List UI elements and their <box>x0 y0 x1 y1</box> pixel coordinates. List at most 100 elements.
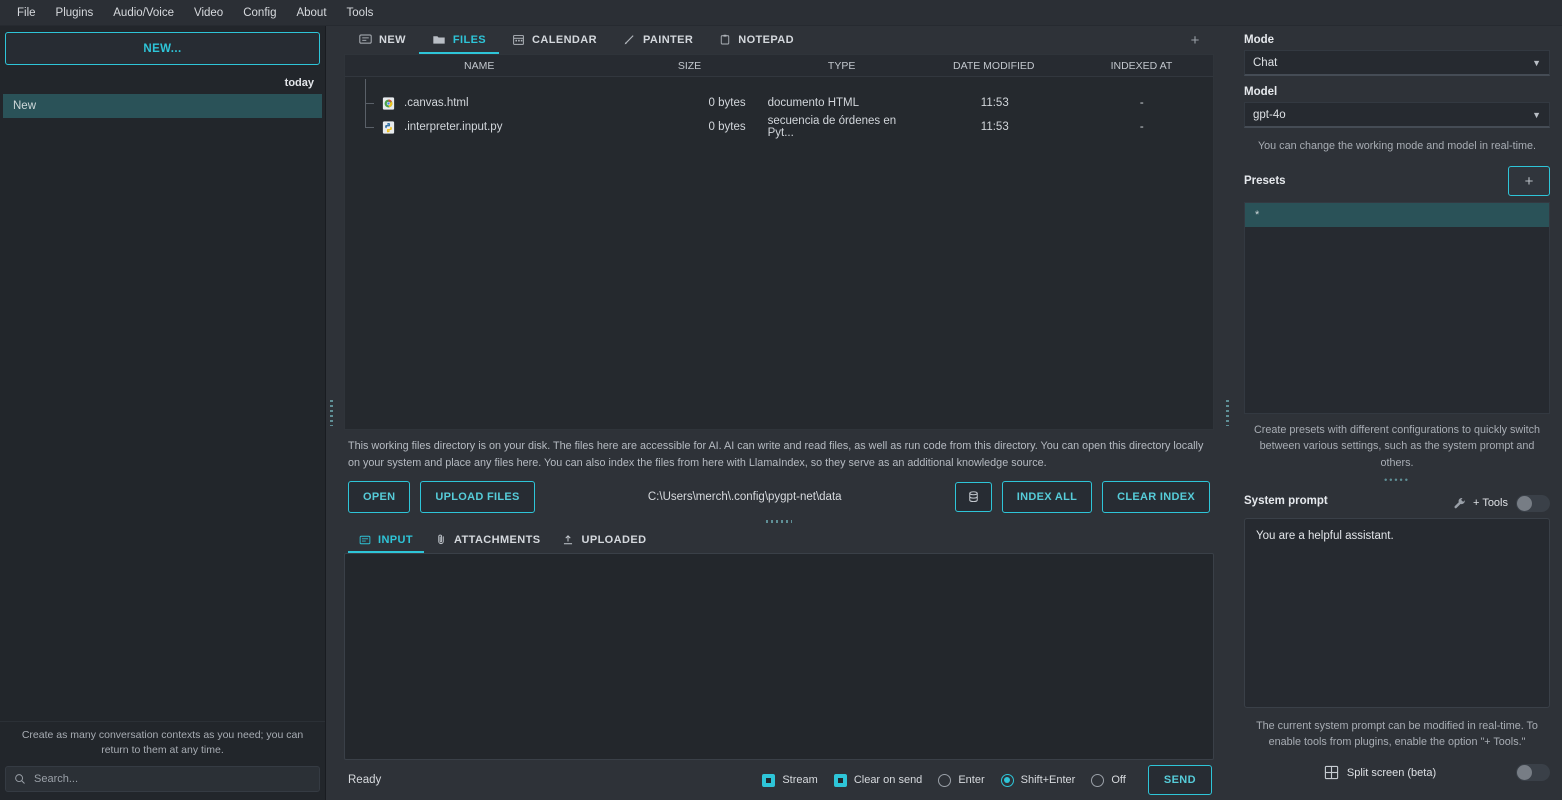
tree-branch <box>359 79 381 115</box>
tab-painter[interactable]: PAINTER <box>610 29 706 54</box>
files-table-header: NAME SIZE TYPE DATE MODIFIED INDEXED AT <box>345 55 1213 77</box>
open-button[interactable]: OPEN <box>348 481 411 514</box>
database-icon-button[interactable] <box>954 482 992 513</box>
column-header-size[interactable]: SIZE <box>613 60 765 72</box>
tab-input[interactable]: INPUT <box>348 531 424 554</box>
mode-select[interactable]: Chat ▼ <box>1244 50 1550 76</box>
menu-about[interactable]: About <box>287 3 335 23</box>
add-tab-button[interactable]: + <box>1186 31 1204 49</box>
split-screen-toggle[interactable] <box>1515 764 1550 782</box>
center-horizontal-splitter[interactable] <box>336 515 1222 527</box>
tab-label: NOTEPAD <box>738 33 794 46</box>
tab-files[interactable]: FILES <box>418 29 500 54</box>
menu-tools[interactable]: Tools <box>338 3 383 23</box>
send-button[interactable]: SEND <box>1147 765 1212 795</box>
tab-notepad[interactable]: NOTEPAD <box>706 29 807 54</box>
send-mode-shift-enter-radio[interactable] <box>1000 773 1014 787</box>
send-mode-enter-radio[interactable] <box>938 773 952 787</box>
stream-checkbox[interactable] <box>762 773 776 787</box>
file-name-cell: .interpreter.input.py <box>345 103 614 139</box>
new-context-button[interactable]: NEW... <box>5 32 320 65</box>
input-tab-bar: INPUT ATTACHMENTS UPLOADED <box>336 527 1222 554</box>
index-all-button[interactable]: INDEX ALL <box>1001 481 1093 514</box>
column-header-date-modified[interactable]: DATE MODIFIED <box>918 60 1070 72</box>
menu-audio-voice[interactable]: Audio/Voice <box>104 3 183 23</box>
python-file-icon <box>381 120 396 135</box>
main-tab-bar: NEW FILES CALENDAR PAINTER NOTEPAD + <box>336 26 1222 54</box>
upload-files-button[interactable]: UPLOAD FILES <box>420 481 535 514</box>
split-screen-row: Split screen (beta) <box>1244 764 1550 782</box>
file-type-cell: secuencia de órdenes en Pyt... <box>767 115 897 139</box>
model-select[interactable]: gpt-4o ▼ <box>1244 102 1550 128</box>
input-tab-label: UPLOADED <box>581 534 647 547</box>
chat-bubble-icon <box>359 33 372 46</box>
file-indexed-cell: - <box>1139 121 1144 133</box>
tab-calendar[interactable]: CALENDAR <box>499 29 610 54</box>
system-prompt-hint: The current system prompt can be modifie… <box>1256 719 1538 748</box>
presets-list[interactable]: * <box>1244 202 1550 415</box>
left-splitter[interactable] <box>326 26 336 800</box>
tab-uploaded[interactable]: UPLOADED <box>551 531 657 553</box>
sidebar-hint: Create as many conversation contexts as … <box>0 720 325 766</box>
splitter-grip <box>766 519 792 523</box>
chevron-down-icon: ▼ <box>1532 57 1541 68</box>
column-header-type[interactable]: TYPE <box>766 60 918 72</box>
presets-header: Presets + <box>1244 166 1550 197</box>
files-action-bar: OPEN UPLOAD FILES C:\Users\merch\.config… <box>336 475 1222 515</box>
mode-label: Mode <box>1244 34 1275 46</box>
input-tab-label: ATTACHMENTS <box>454 533 541 546</box>
application-window: File Plugins Audio/Voice Video Config Ab… <box>0 0 1562 800</box>
split-screen-label: Split screen (beta) <box>1346 766 1437 779</box>
presets-splitter[interactable]: ••••• <box>1244 471 1550 489</box>
search-input[interactable]: Search... <box>34 773 78 785</box>
tab-new[interactable]: NEW <box>346 29 419 54</box>
prompt-input[interactable] <box>344 553 1214 760</box>
file-name-cell: .canvas.html <box>345 79 614 115</box>
calendar-icon <box>512 33 525 46</box>
right-splitter[interactable] <box>1222 26 1232 800</box>
files-description: This working files directory is on your … <box>348 440 1204 469</box>
contexts-sidebar: NEW... today New Create as many conversa… <box>0 26 326 800</box>
context-list[interactable]: today New <box>3 73 322 721</box>
list-item[interactable]: * <box>1245 203 1549 228</box>
upload-icon <box>562 534 574 546</box>
clear-index-button[interactable]: CLEAR INDEX <box>1102 481 1210 514</box>
database-icon <box>967 490 980 504</box>
tree-branch <box>359 103 381 139</box>
context-item-new[interactable]: New <box>3 94 322 118</box>
clear-on-send-checkbox[interactable] <box>833 773 847 787</box>
column-header-indexed-at[interactable]: INDEXED AT <box>1070 60 1213 72</box>
chevron-down-icon: ▼ <box>1532 109 1541 120</box>
html-file-icon <box>381 96 396 111</box>
file-name-label: .interpreter.input.py <box>404 121 503 133</box>
files-table-body: .canvas.html 0 bytes documento HTML 11:5… <box>345 77 1213 429</box>
send-mode-off-label: Off <box>1111 774 1126 786</box>
tab-attachments[interactable]: ATTACHMENTS <box>424 530 551 553</box>
table-row[interactable]: .interpreter.input.py 0 bytes secuencia … <box>345 103 1213 139</box>
add-preset-button[interactable]: + <box>1508 166 1550 197</box>
working-directory-path: C:\Users\merch\.config\pygpt-net\data <box>647 491 842 504</box>
input-tab-label: INPUT <box>378 534 413 547</box>
system-prompt-textarea[interactable]: You are a helpful assistant. <box>1244 517 1550 708</box>
model-value: gpt-4o <box>1253 108 1286 121</box>
file-indexed-cell: - <box>1139 97 1144 109</box>
folder-icon <box>432 33 446 46</box>
tab-label: NEW <box>379 33 406 46</box>
menu-plugins[interactable]: Plugins <box>47 3 103 23</box>
input-icon <box>359 534 371 546</box>
menu-file[interactable]: File <box>8 3 45 23</box>
tab-label: FILES <box>452 33 487 46</box>
tools-toggle[interactable] <box>1516 494 1550 512</box>
table-row[interactable]: .canvas.html 0 bytes documento HTML 11:5… <box>345 79 1213 115</box>
column-header-name[interactable]: NAME <box>345 60 613 72</box>
send-mode-enter-label: Enter <box>958 774 985 786</box>
send-controls: Stream Clear on send Enter Shift+Enter O… <box>762 765 1212 795</box>
menu-video[interactable]: Video <box>185 3 232 23</box>
context-search-box[interactable]: Search... <box>5 766 320 792</box>
files-panel: NAME SIZE TYPE DATE MODIFIED INDEXED AT … <box>344 54 1214 430</box>
search-icon <box>14 773 26 785</box>
presets-label: Presets <box>1244 175 1286 188</box>
send-mode-off-radio[interactable] <box>1091 773 1105 787</box>
clipboard-icon <box>719 33 731 46</box>
menu-config[interactable]: Config <box>234 3 285 23</box>
